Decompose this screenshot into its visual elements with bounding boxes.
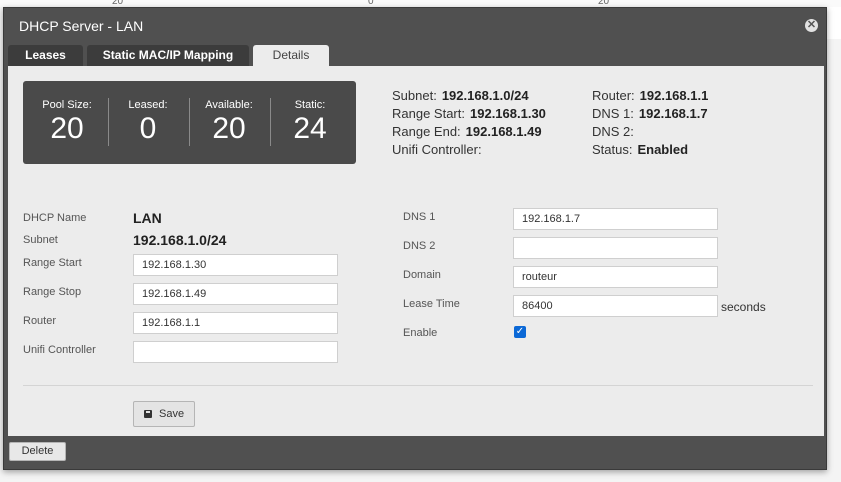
summary-range-start: Range Start: 192.168.1.30 [392, 106, 546, 121]
tab-details[interactable]: Details [253, 45, 329, 66]
summary-router: Router: 192.168.1.1 [592, 88, 709, 103]
stat-pool-size: Pool Size: 20 [27, 81, 107, 164]
domain-input[interactable] [513, 266, 718, 288]
stat-available: Available: 20 [189, 81, 269, 164]
lease-time-suffix: seconds [721, 300, 766, 314]
background-tick: 0 [368, 0, 374, 7]
details-panel: Pool Size: 20 Leased: 0 Available: 20 St… [8, 66, 824, 436]
range-stop-label: Range Stop [23, 286, 82, 298]
unifi-controller-input[interactable] [133, 341, 338, 363]
dns2-input[interactable] [513, 237, 718, 259]
lease-time-label: Lease Time [403, 298, 460, 310]
summary-subnet: Subnet: 192.168.1.0/24 [392, 88, 529, 103]
stat-label: Static: [294, 99, 326, 111]
dhcp-name-label: DHCP Name [23, 212, 87, 224]
stat-value: 0 [139, 112, 157, 145]
tab-static-mac-ip-mapping[interactable]: Static MAC/IP Mapping [87, 45, 249, 66]
save-button[interactable]: Save [133, 401, 195, 427]
unifi-controller-label: Unifi Controller [23, 344, 96, 356]
router-input[interactable] [133, 312, 338, 334]
stat-label: Available: [205, 99, 253, 111]
domain-label: Domain [403, 269, 441, 281]
dhcp-server-dialog: DHCP Server - LAN ✕ Leases Static MAC/IP… [3, 7, 827, 470]
stat-value: 24 [293, 112, 327, 145]
summary-range-end: Range End: 192.168.1.49 [392, 124, 542, 139]
range-start-label: Range Start [23, 257, 82, 269]
range-stop-input[interactable] [133, 283, 338, 305]
stat-label: Leased: [128, 99, 168, 111]
dhcp-name-value: LAN [133, 210, 162, 226]
summary-dns2: DNS 2: [592, 124, 634, 139]
range-start-input[interactable] [133, 254, 338, 276]
dns2-label: DNS 2 [403, 240, 436, 252]
stat-value: 20 [212, 112, 246, 145]
stat-leased: Leased: 0 [108, 81, 188, 164]
enable-checkbox[interactable]: ✓ [514, 326, 526, 338]
router-label: Router [23, 315, 57, 327]
background-strip: 20 0 20 [0, 0, 841, 7]
dialog-titlebar[interactable]: DHCP Server - LAN ✕ [4, 8, 826, 44]
summary-status: Status: Enabled [592, 142, 689, 157]
lease-time-input[interactable] [513, 295, 718, 317]
save-button-label: Save [159, 408, 185, 420]
stat-value: 20 [50, 112, 84, 145]
dns1-input[interactable] [513, 208, 718, 230]
floppy-disk-icon [144, 410, 152, 418]
stat-static: Static: 24 [270, 81, 350, 164]
dialog-title: DHCP Server - LAN [19, 18, 144, 34]
subnet-label: Subnet [23, 234, 58, 246]
enable-label: Enable [403, 327, 438, 339]
form-divider [23, 385, 813, 386]
summary-unifi-controller: Unifi Controller: [392, 142, 482, 157]
summary-dns1: DNS 1: 192.168.1.7 [592, 106, 708, 121]
pool-stats-box: Pool Size: 20 Leased: 0 Available: 20 St… [23, 81, 356, 164]
dialog-footer: Delete [4, 436, 826, 469]
tab-leases[interactable]: Leases [8, 45, 83, 66]
close-icon[interactable]: ✕ [805, 19, 818, 32]
dns1-label: DNS 1 [403, 211, 436, 223]
stat-label: Pool Size: [42, 99, 92, 111]
subnet-value: 192.168.1.0/24 [133, 232, 227, 248]
background-tick: 20 [112, 0, 124, 7]
delete-button[interactable]: Delete [9, 442, 66, 461]
background-tick: 20 [598, 0, 610, 7]
